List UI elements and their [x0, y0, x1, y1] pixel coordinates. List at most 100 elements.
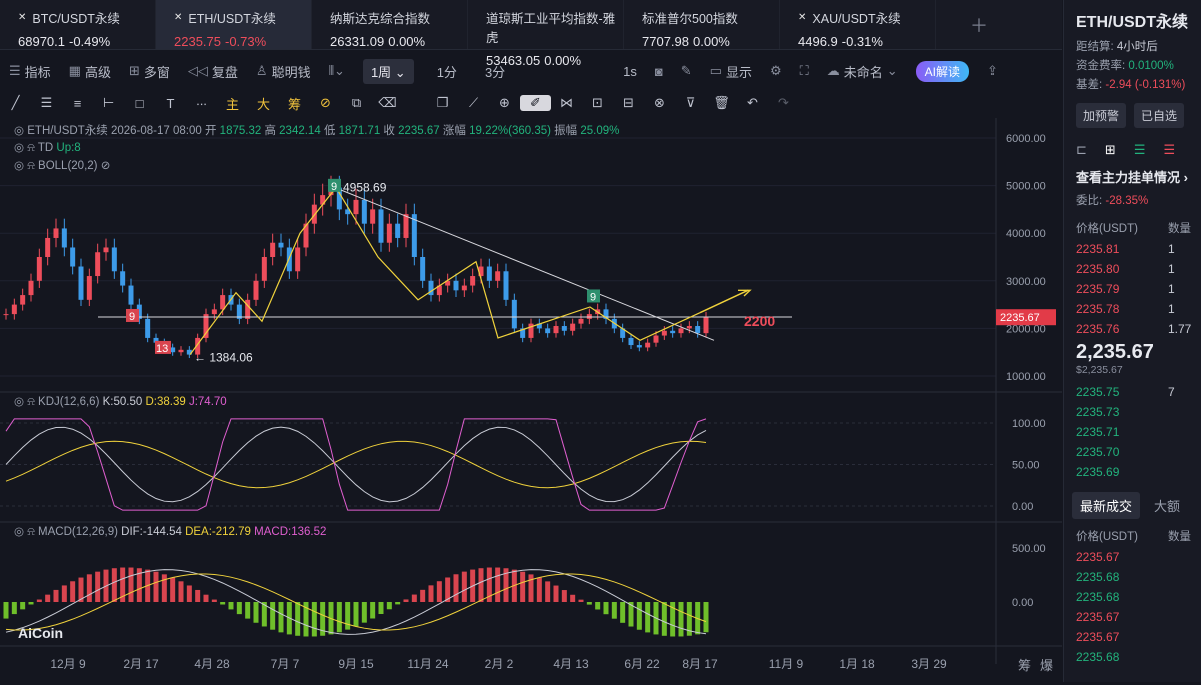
macd-histogram-bar	[53, 589, 59, 602]
candle-body	[453, 280, 459, 291]
magic-icon[interactable]: ⊘	[310, 95, 341, 111]
candle-body	[420, 257, 426, 281]
order-row[interactable]: 2235.71	[1064, 422, 1201, 442]
multi-window-button[interactable]: ⊞ 多窗	[120, 62, 179, 81]
candle-body	[511, 299, 517, 329]
rectangle-tool-icon[interactable]: □	[124, 96, 155, 111]
candle-body	[353, 199, 359, 215]
visibility-icon[interactable]: ⊟	[613, 95, 644, 111]
macd-histogram-bar	[545, 581, 551, 602]
ticker-tab-5[interactable]: ✕ XAU/USDT永续 4496.9 -0.31%	[780, 0, 936, 49]
parallel-tool-icon[interactable]: ☰	[31, 95, 62, 111]
camera-icon[interactable]: ◙	[646, 64, 672, 79]
ticker-tab-3[interactable]: 道琼斯工业平均指数-雅虎 53463.05 0.00%	[468, 0, 624, 68]
order-row[interactable]: 2235.80 1	[1064, 259, 1201, 279]
redo-icon[interactable]: ↷	[768, 95, 799, 111]
candle-body	[178, 349, 184, 353]
macd-histogram-bar	[11, 602, 17, 615]
trendline-tool-icon[interactable]: ╱	[0, 95, 31, 111]
tab-latest-trades[interactable]: 最新成交	[1072, 492, 1141, 519]
order-row[interactable]: 2235.68	[1064, 587, 1201, 607]
candles-icon: ⫴⌄	[328, 63, 345, 78]
candle-body	[636, 345, 642, 348]
order-book-panel: ETH/USDT永续 距结算: 4小时后 资金费率: 0.0100% 基差: -…	[1063, 0, 1201, 682]
candle-body	[661, 330, 667, 336]
edit-icon[interactable]: ✎	[672, 63, 701, 79]
ai-analysis-button[interactable]: AI解读	[907, 60, 978, 82]
more-tools-icon[interactable]: ∙∙∙	[186, 96, 217, 111]
period-select[interactable]: 1周 ⌄	[354, 58, 423, 84]
order-row[interactable]: 2235.73	[1064, 402, 1201, 422]
link-icon[interactable]: ⊗	[644, 95, 675, 111]
share-icon[interactable]: ⇪	[978, 63, 1007, 79]
ticker-tab-2[interactable]: 纳斯达克综合指数 26331.09 0.00%	[312, 0, 468, 49]
book-view-both-icon[interactable]: ⊏	[1076, 142, 1087, 158]
order-row[interactable]: 2235.78 1	[1064, 299, 1201, 319]
order-row[interactable]: 2235.68	[1064, 567, 1201, 587]
chips-button[interactable]: 筹	[279, 94, 310, 113]
ticker-tab-0[interactable]: ✕ BTC/USDT永续 68970.1 -0.49%	[0, 0, 156, 49]
magnet-icon[interactable]: ⋈	[551, 95, 582, 111]
macd-histogram-bar	[536, 577, 542, 602]
book-view-asks-icon[interactable]: ⊞	[1105, 142, 1116, 158]
main-force-button[interactable]: 主	[217, 94, 248, 113]
order-row[interactable]: 2235.76 1.77	[1064, 319, 1201, 339]
candle-body	[261, 257, 267, 281]
macd-histogram-bar	[220, 602, 226, 605]
chart-area[interactable]: 6000.00 5000.00 4000.00 3000.00 2000.00 1000.…	[0, 118, 1062, 682]
order-row[interactable]: 2235.69	[1064, 462, 1201, 482]
macd-histogram-bar	[561, 590, 567, 602]
time-axis-label: 12月 9	[50, 657, 86, 671]
td-indicator-label: ◎ ⍾ TD Up:8	[14, 142, 81, 154]
candle-body	[378, 209, 384, 243]
order-row[interactable]: 2235.67	[1064, 627, 1201, 647]
replay-button[interactable]: ◁◁ 复盘	[179, 62, 247, 81]
hidden-eye-icon: ⊘	[100, 160, 111, 172]
order-row[interactable]: 2235.70	[1064, 442, 1201, 462]
settings-icon[interactable]: ⚙	[761, 63, 791, 79]
clone-icon[interactable]: ❐	[427, 95, 458, 111]
text-tool-icon[interactable]: T	[155, 96, 186, 111]
order-row[interactable]: 2235.75 7	[1064, 382, 1201, 402]
order-row[interactable]: 2235.81 1	[1064, 239, 1201, 259]
layout-select[interactable]: ☁ 未命名 ⌄	[818, 62, 907, 81]
ruler-icon[interactable]: ⟋	[458, 95, 489, 111]
period-3min[interactable]: 3分	[471, 62, 519, 81]
ticker-tab-1[interactable]: ✕ ETH/USDT永续 2235.75 -0.73%	[156, 0, 312, 49]
display-button[interactable]: ▭ 显示	[701, 62, 761, 81]
favorited-button[interactable]: 已自选	[1134, 103, 1185, 128]
candle-body	[11, 304, 17, 315]
horizontal-lines-tool-icon[interactable]: ≡	[62, 96, 93, 111]
main-orders-link[interactable]: 查看主力挂单情况 ›	[1064, 158, 1201, 186]
advanced-button[interactable]: ▦ 高级	[60, 62, 120, 81]
period-1min[interactable]: 1分	[423, 62, 471, 81]
big-order-button[interactable]: 大	[248, 94, 279, 113]
lock-icon[interactable]: ⊡	[582, 95, 613, 111]
order-row[interactable]: 2235.68	[1064, 647, 1201, 667]
horizontal-ray-tool-icon[interactable]: ⊢	[93, 95, 124, 111]
eraser-icon[interactable]: ⌫	[372, 95, 403, 111]
order-row[interactable]: 2235.79 1	[1064, 279, 1201, 299]
brush-icon[interactable]: ✐	[520, 95, 551, 111]
copy-icon[interactable]: ⧉	[341, 95, 372, 111]
add-alert-button[interactable]: 加预警	[1076, 103, 1127, 128]
zoom-icon[interactable]: ⊕	[489, 95, 520, 111]
book-view-bids-icon[interactable]: ☰	[1134, 142, 1146, 158]
price-axis-label: 6000.00	[1006, 133, 1046, 145]
indicators-button[interactable]: ☰ 指标	[0, 62, 60, 81]
order-row[interactable]: 2235.67	[1064, 547, 1201, 567]
fullscreen-icon[interactable]: ⛶	[791, 63, 818, 79]
filter-icon[interactable]: ⊽	[675, 95, 706, 111]
tab-large-trades[interactable]: 大额	[1150, 492, 1184, 519]
order-row[interactable]: 2235.67	[1064, 607, 1201, 627]
add-ticker-icon[interactable]: ＋	[970, 12, 988, 38]
chart-type-button[interactable]: ⫴⌄	[320, 63, 354, 79]
smart-money-button[interactable]: ♙ 聪明钱	[247, 62, 320, 81]
period-1s[interactable]: 1s	[614, 64, 646, 79]
ticker-tab-4[interactable]: 标准普尔500指数 7707.98 0.00%	[624, 0, 780, 49]
candle-body	[211, 309, 217, 315]
undo-icon[interactable]: ↶	[737, 95, 768, 111]
td-count-label: 9	[129, 311, 135, 323]
trash-icon[interactable]: 🗑	[706, 95, 737, 111]
book-view-other-icon[interactable]: ☰	[1163, 142, 1175, 158]
